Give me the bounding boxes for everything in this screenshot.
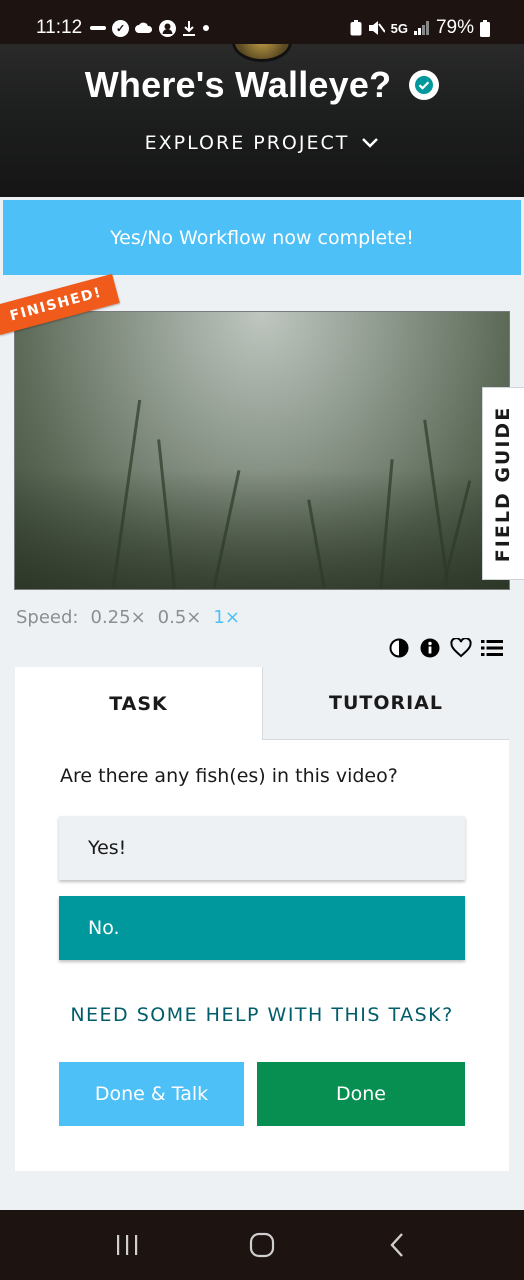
signal-icon xyxy=(413,21,429,35)
explore-project-button[interactable]: EXPLORE PROJECT xyxy=(0,132,524,154)
tab-tutorial[interactable]: TUTORIAL xyxy=(262,667,509,740)
workflow-complete-banner: Yes/No Workflow now complete! xyxy=(3,200,521,275)
done-label: Done xyxy=(336,1083,386,1105)
status-left: 11:12 ✓ xyxy=(36,17,210,39)
chevron-down-icon xyxy=(362,138,379,148)
contrast-icon[interactable] xyxy=(388,637,410,659)
status-right: 5G 79% xyxy=(350,17,490,39)
account-icon xyxy=(159,19,177,37)
project-avatar[interactable] xyxy=(232,44,292,62)
done-and-talk-label: Done & Talk xyxy=(94,1083,209,1105)
back-icon[interactable] xyxy=(377,1225,417,1265)
cloud-icon xyxy=(135,22,153,33)
banner-text: Yes/No Workflow now complete! xyxy=(110,226,414,249)
collection-list-icon[interactable] xyxy=(481,637,503,659)
subject-video[interactable] xyxy=(14,311,510,590)
heart-icon[interactable] xyxy=(450,637,472,659)
speed-option-1[interactable]: 1× xyxy=(213,607,240,628)
notification-icon xyxy=(90,26,107,30)
task-help-link[interactable]: NEED SOME HELP WITH THIS TASK? xyxy=(15,1004,509,1026)
battery-icon xyxy=(480,19,490,37)
battery-percent: 79% xyxy=(435,17,474,38)
project-title[interactable]: Where's Walleye? xyxy=(85,64,392,106)
mute-icon xyxy=(368,21,385,35)
task-panel: TASK TUTORIAL Are there any fish(es) in … xyxy=(15,667,509,1171)
home-icon[interactable] xyxy=(242,1225,282,1265)
field-guide-button[interactable]: FIELD GUIDE xyxy=(482,387,524,580)
project-header: Where's Walleye? EXPLORE PROJECT xyxy=(0,44,524,197)
network-type: 5G xyxy=(390,20,408,36)
tab-task[interactable]: TASK xyxy=(15,667,262,740)
download-icon xyxy=(183,20,196,36)
check-circle-icon: ✓ xyxy=(112,19,130,37)
task-tabs: TASK TUTORIAL xyxy=(15,667,509,740)
battery-saver-icon xyxy=(350,20,362,36)
done-and-talk-button[interactable]: Done & Talk xyxy=(59,1062,244,1126)
task-question: Are there any fish(es) in this video? xyxy=(60,765,398,787)
header-title-row: Where's Walleye? xyxy=(0,64,524,106)
speed-label: Speed: xyxy=(16,606,79,628)
field-guide-label: FIELD GUIDE xyxy=(492,405,515,562)
answer-yes-label: Yes! xyxy=(88,837,127,859)
speed-option-0.25[interactable]: 0.25× xyxy=(91,607,146,628)
subject-meta-tools xyxy=(388,636,508,660)
speed-option-0.5[interactable]: 0.5× xyxy=(158,607,202,628)
answer-no-label: No. xyxy=(88,917,120,939)
recent-apps-icon[interactable] xyxy=(107,1225,147,1265)
answer-yes-button[interactable]: Yes! xyxy=(59,816,465,880)
info-icon[interactable] xyxy=(419,637,441,659)
playback-speed-controls: Speed: 0.25× 0.5× 1× xyxy=(16,604,240,630)
status-time: 11:12 xyxy=(36,17,83,38)
done-button[interactable]: Done xyxy=(257,1062,465,1126)
explore-project-label: EXPLORE PROJECT xyxy=(144,132,350,154)
answer-no-button[interactable]: No. xyxy=(59,896,465,960)
verified-check-icon xyxy=(409,70,440,100)
dot-icon xyxy=(203,25,210,31)
navigation-bar xyxy=(0,1210,524,1280)
status-notification-icons: ✓ xyxy=(90,19,210,37)
